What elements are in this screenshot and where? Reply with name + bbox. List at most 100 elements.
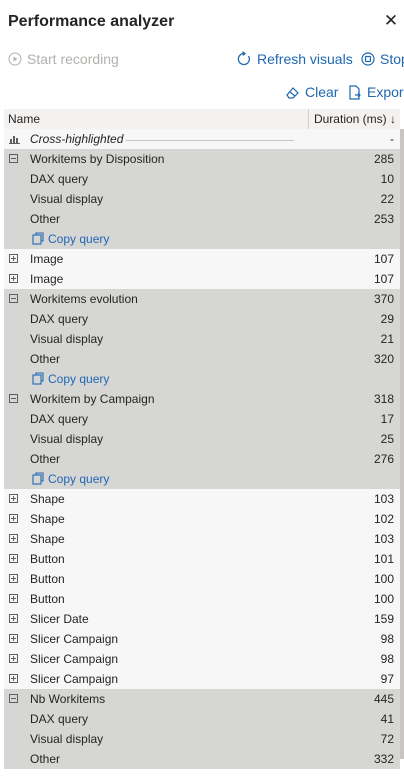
row-name: DAX query [30, 172, 89, 186]
row-name: DAX query [30, 712, 89, 726]
table-row[interactable]: Copy query [4, 469, 400, 489]
table-row[interactable]: Slicer Campaign 98 [4, 649, 400, 669]
expand-icon[interactable] [9, 254, 18, 263]
row-name: Other [30, 352, 61, 366]
row-name: Visual display [30, 732, 104, 746]
collapse-icon[interactable] [9, 294, 18, 303]
table-row[interactable]: DAX query 29 [4, 309, 400, 329]
table-header: Name Duration (ms) ↓ [4, 109, 400, 130]
panel-title: Performance analyzer [8, 13, 175, 30]
row-name: Slicer Campaign [30, 652, 119, 666]
expand-icon[interactable] [9, 534, 18, 543]
row-duration: 72 [380, 732, 394, 746]
row-duration: 332 [373, 752, 394, 766]
row-duration: - [390, 132, 394, 146]
row-duration: 29 [380, 312, 394, 326]
table-row[interactable]: Nb Workitems 445 [4, 689, 400, 709]
row-name: Other [30, 212, 61, 226]
collapse-icon[interactable] [9, 694, 18, 703]
row-name: Image [30, 272, 64, 286]
table-row[interactable]: Visual display 22 [4, 189, 400, 209]
table-row[interactable]: Image 107 [4, 249, 400, 269]
column-header-duration-label: Duration (ms) [313, 112, 387, 126]
row-name: Shape [30, 492, 65, 506]
toolbar-primary: Start recording Refresh visuals Stop [0, 51, 404, 75]
row-name: Visual display [30, 192, 104, 206]
table-row[interactable]: Copy query [4, 229, 400, 249]
table-row[interactable]: Copy query [4, 369, 400, 389]
stop-button[interactable]: Stop [361, 51, 404, 67]
scrollbar[interactable] [400, 129, 404, 759]
expand-icon[interactable] [9, 274, 18, 283]
table-row[interactable]: Cross-highlighted - [4, 129, 400, 149]
stop-label: Stop [380, 51, 404, 67]
row-name: Other [30, 752, 61, 766]
table-row[interactable]: Visual display 25 [4, 429, 400, 449]
row-name: Slicer Campaign [30, 672, 119, 686]
row-duration: 10 [380, 172, 394, 186]
export-button[interactable]: Export [348, 84, 404, 100]
start-recording-button[interactable]: Start recording [8, 51, 119, 67]
row-duration: 285 [373, 152, 394, 166]
expand-icon[interactable] [9, 654, 18, 663]
play-circle-icon [8, 52, 22, 66]
copy-query-link[interactable]: Copy query [32, 229, 109, 249]
table-row[interactable]: DAX query 41 [4, 709, 400, 729]
row-duration: 98 [380, 632, 394, 646]
row-name: Slicer Campaign [30, 632, 119, 646]
table-row[interactable]: Other 332 [4, 749, 400, 769]
table-row[interactable]: Slicer Campaign 97 [4, 669, 400, 689]
table-row[interactable]: DAX query 10 [4, 169, 400, 189]
copy-query-label: Copy query [48, 372, 110, 386]
table-row[interactable]: Button 100 [4, 569, 400, 589]
table-row[interactable]: Shape 102 [4, 509, 400, 529]
expand-icon[interactable] [9, 494, 18, 503]
eraser-icon [286, 86, 299, 99]
refresh-visuals-button[interactable]: Refresh visuals [236, 51, 353, 67]
row-duration: 25 [380, 432, 394, 446]
copy-query-link[interactable]: Copy query [32, 369, 109, 389]
row-duration: 103 [373, 532, 394, 546]
copy-query-link[interactable]: Copy query [32, 469, 109, 489]
copy-icon [32, 472, 44, 485]
collapse-icon[interactable] [9, 394, 18, 403]
expand-icon[interactable] [9, 614, 18, 623]
row-name: Visual display [30, 332, 104, 346]
table-row[interactable]: Button 100 [4, 589, 400, 609]
row-duration: 102 [373, 512, 394, 526]
column-header-duration[interactable]: Duration (ms) ↓ [308, 109, 400, 129]
table-row[interactable]: DAX query 17 [4, 409, 400, 429]
table-row[interactable]: Other 320 [4, 349, 400, 369]
row-name: Slicer Date [30, 612, 89, 626]
row-name: Workitems evolution [30, 292, 138, 306]
expand-icon[interactable] [9, 634, 18, 643]
table-row[interactable]: Button 101 [4, 549, 400, 569]
collapse-icon[interactable] [9, 154, 18, 163]
row-duration: 98 [380, 652, 394, 666]
expand-icon[interactable] [9, 514, 18, 523]
row-duration: 22 [380, 192, 394, 206]
table-row[interactable]: Visual display 72 [4, 729, 400, 749]
expand-icon[interactable] [9, 594, 18, 603]
clear-button[interactable]: Clear [285, 84, 338, 100]
row-name: Workitems by Disposition [30, 152, 165, 166]
expand-icon[interactable] [9, 554, 18, 563]
table-row[interactable]: Other 253 [4, 209, 400, 229]
row-duration: 100 [373, 572, 394, 586]
table-row[interactable]: Visual display 21 [4, 329, 400, 349]
table-row[interactable]: Slicer Date 159 [4, 609, 400, 629]
table-row[interactable]: Slicer Campaign 98 [4, 629, 400, 649]
table-row[interactable]: Shape 103 [4, 529, 400, 549]
table-row[interactable]: Shape 103 [4, 489, 400, 509]
table-row[interactable]: Workitem by Campaign 318 [4, 389, 400, 409]
expand-icon[interactable] [9, 674, 18, 683]
expand-icon[interactable] [9, 574, 18, 583]
close-icon[interactable]: ✕ [382, 12, 400, 30]
clear-label: Clear [305, 84, 339, 100]
table-row[interactable]: Other 276 [4, 449, 400, 469]
table-row[interactable]: Image 107 [4, 269, 400, 289]
table-row[interactable]: Workitems evolution 370 [4, 289, 400, 309]
table-row[interactable]: Workitems by Disposition 285 [4, 149, 400, 169]
row-duration: 97 [380, 672, 394, 686]
column-header-name[interactable]: Name [8, 112, 40, 126]
